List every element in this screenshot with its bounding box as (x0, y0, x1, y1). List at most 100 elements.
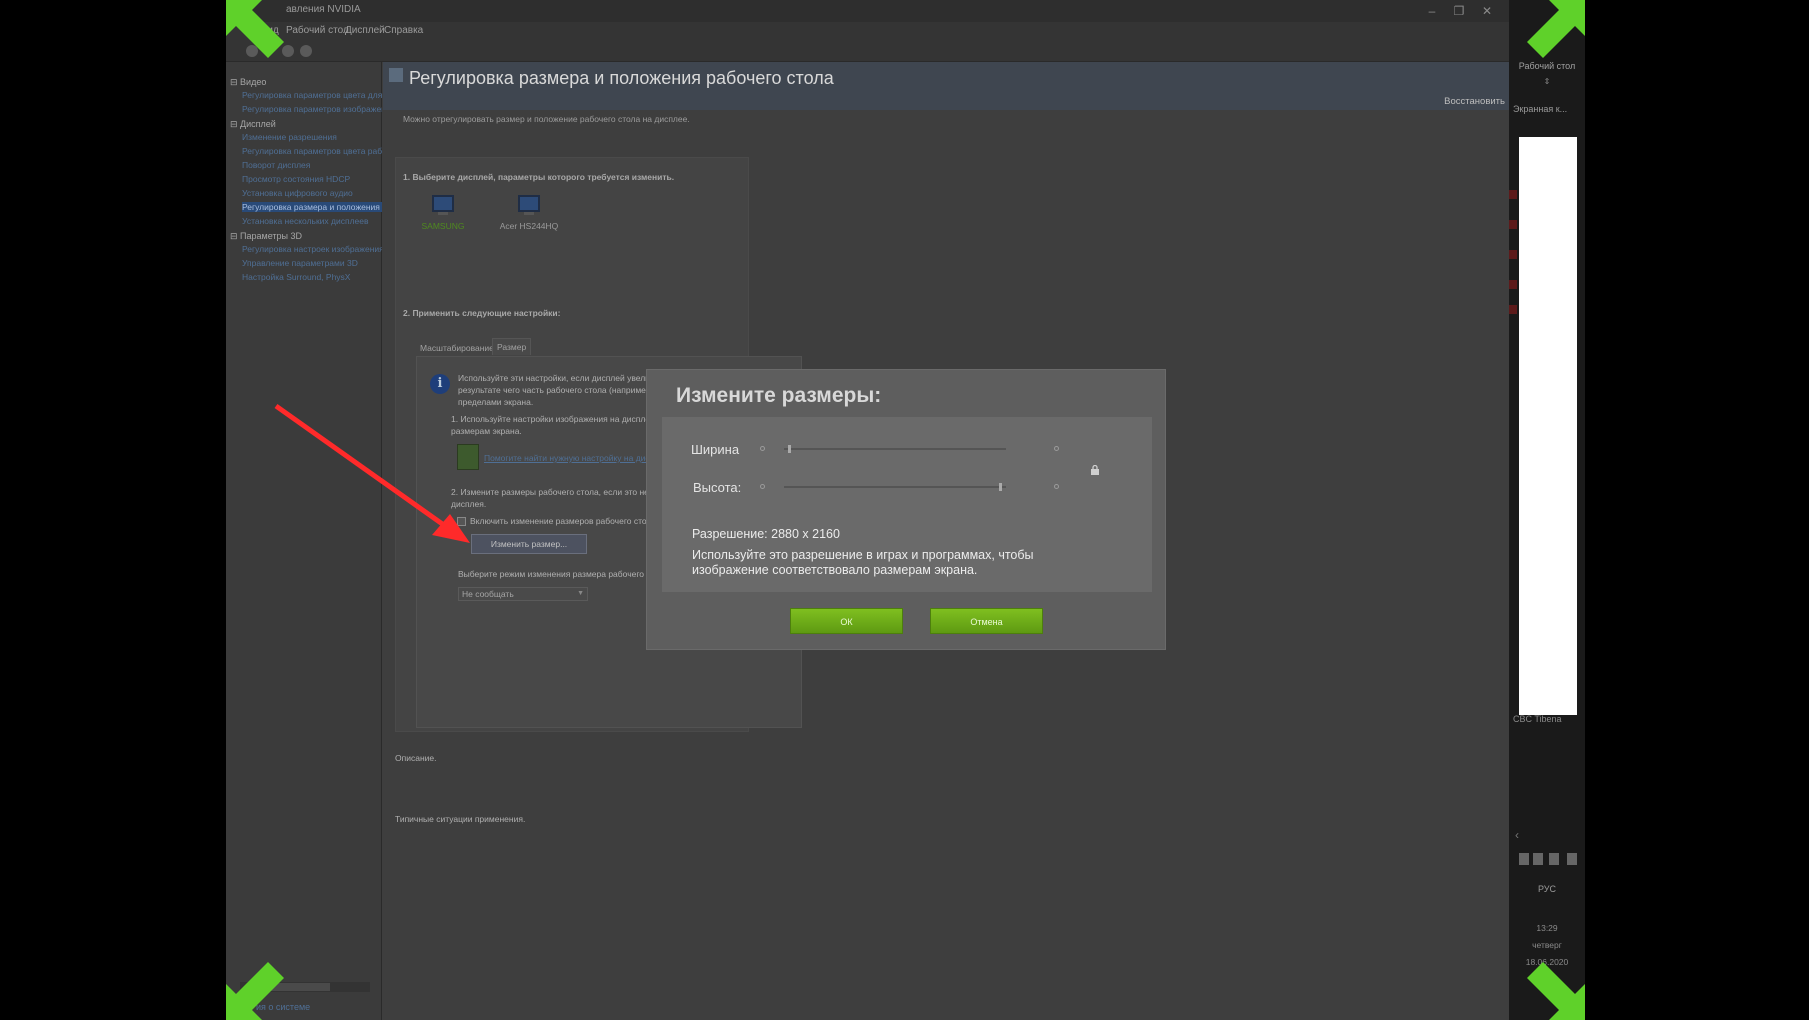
resolution-text: Разрешение: 2880 x 2160 (692, 527, 840, 541)
dialog-body: Ширина Высота: Разрешение: 2880 x 2160 И… (662, 417, 1152, 592)
tab-scaling[interactable]: Масштабирование (416, 340, 498, 356)
info-icon: i (430, 374, 450, 394)
monitor-icon (432, 195, 454, 212)
monitor-stand (524, 212, 534, 215)
page-icon (389, 68, 403, 82)
panel-item[interactable]: Экранная к... (1513, 104, 1567, 114)
mode-label: Выберите режим изменения размера рабочег… (458, 569, 669, 579)
ok-button[interactable]: ОК (790, 608, 903, 634)
description-label: Описание. (395, 753, 437, 763)
width-slider[interactable] (784, 445, 1006, 453)
height-slider-thumb[interactable] (999, 483, 1002, 491)
page-title: Регулировка размера и положения рабочего… (409, 68, 834, 88)
height-increase-icon[interactable] (1054, 484, 1059, 489)
page-header: Регулировка размера и положения рабочего… (383, 62, 1509, 110)
step2-heading: 2. Применить следующие настройки: (403, 308, 561, 318)
tree-item[interactable]: Управление параметрами 3D (242, 258, 382, 268)
help-find-setting-link[interactable]: Помогите найти нужную настройку на дисп (484, 453, 654, 463)
menu-display[interactable]: Дисплей (345, 25, 385, 36)
panel-item[interactable]: CBC Tibena (1513, 714, 1562, 724)
display-label: SAMSUNG (421, 221, 465, 231)
info-text-1: Используйте эти настройки, если дисплей … (458, 373, 660, 383)
minimize-icon[interactable]: – (1417, 1, 1447, 21)
panel-marker (1509, 220, 1517, 229)
chevron-left-icon[interactable]: ‹ (1515, 828, 1519, 842)
chevron-down-icon[interactable]: ⇕ (1509, 77, 1585, 86)
resize-button[interactable]: Изменить размер... (471, 534, 587, 554)
clock-day: четверг (1532, 940, 1562, 950)
step-a-text-1: 1. Используйте настройки изображения на … (451, 414, 668, 424)
lock-icon[interactable] (1090, 465, 1100, 475)
home-icon[interactable] (300, 45, 312, 57)
tree-item[interactable]: Установка цифрового аудио (242, 188, 382, 198)
typical-usage-label: Типичные ситуации применения. (395, 814, 526, 824)
tree-item[interactable]: Регулировка настроек изображения с п (242, 244, 382, 254)
tree-group-label: Параметры 3D (240, 231, 303, 241)
tree-group-display[interactable]: ⊟ Дисплей (230, 119, 276, 130)
step1-heading: 1. Выберите дисплей, параметры которого … (403, 172, 675, 182)
window-title: авления NVIDIA (286, 4, 361, 15)
tree-group-video[interactable]: ⊟ Видео (230, 77, 266, 88)
resize-dialog: Измените размеры: Ширина Высота: Разреше… (646, 369, 1166, 650)
height-decrease-icon[interactable] (760, 484, 765, 489)
menu-bar: вид Рабочий стол Дисплей Справка (226, 22, 1509, 40)
height-label: Высота: (693, 480, 742, 495)
mode-select-value: Не сообщать (462, 589, 514, 599)
panel-marker (1509, 280, 1517, 289)
notification-icon[interactable] (1567, 853, 1577, 865)
volume-icon[interactable] (1549, 853, 1559, 865)
panel-marker (1509, 190, 1517, 199)
display-acer[interactable]: Acer HS244HQ (484, 195, 574, 231)
toolbar (226, 40, 1509, 62)
tree-item[interactable]: Просмотр состояния HDCP (242, 174, 382, 184)
width-label: Ширина (691, 442, 740, 457)
tree-item[interactable]: Изменение разрешения (242, 132, 382, 142)
menu-desktop[interactable]: Рабочий стол (286, 25, 349, 36)
panel-marker (1509, 305, 1517, 314)
height-slider[interactable] (784, 483, 1006, 491)
corner-arrow-icon (226, 0, 284, 58)
tree-item[interactable]: Регулировка параметров изображения д (242, 104, 382, 114)
width-decrease-icon[interactable] (760, 446, 765, 451)
language-indicator[interactable]: РУС (1509, 884, 1585, 894)
redacted-area (1519, 137, 1577, 715)
tree-item[interactable]: Регулировка параметров цвета для вид (242, 90, 382, 100)
corner-arrow-icon (1527, 962, 1585, 1020)
resolution-hint: Используйте это разрешение в играх и про… (692, 548, 1034, 577)
microphone-icon[interactable] (1519, 853, 1529, 865)
close-icon[interactable]: ✕ (1472, 1, 1502, 21)
tree-group-3d[interactable]: ⊟ Параметры 3D (230, 231, 302, 242)
network-icon[interactable] (1533, 853, 1543, 865)
restore-defaults-link[interactable]: Восстановить (1444, 96, 1505, 107)
mode-select[interactable]: Не сообщать ▼ (458, 587, 588, 601)
clock-time: 13:29 (1536, 923, 1558, 933)
corner-arrow-icon (226, 962, 284, 1020)
menu-help[interactable]: Справка (384, 25, 423, 36)
tree-item-selected[interactable]: Регулировка размера и положения рабо (242, 202, 382, 212)
chevron-down-icon: ▼ (577, 590, 584, 597)
enable-resize-label: Включить изменение размеров рабочего сто… (470, 516, 657, 526)
dialog-title: Измените размеры: (676, 384, 882, 407)
display-label: Acer HS244HQ (499, 221, 559, 231)
right-side-panel: Рабочий стол ⇕ Экранная к... CBC Tibena … (1509, 0, 1585, 1020)
tree-item[interactable]: Настройка Surround, PhysX (242, 272, 382, 282)
tree-group-label: Дисплей (240, 119, 276, 129)
width-increase-icon[interactable] (1054, 446, 1059, 451)
title-bar: авления NVIDIA – ❐ ✕ (226, 0, 1509, 22)
info-text-2: результате чего часть рабочего стола (на… (458, 385, 675, 395)
corner-arrow-icon (1527, 0, 1585, 58)
tree-group-label: Видео (240, 77, 267, 87)
page-subtitle: Можно отрегулировать размер и положение … (403, 114, 690, 124)
display-samsung[interactable]: SAMSUNG (398, 195, 488, 231)
step-b-text-1: 2. Измените размеры рабочего стола, если… (451, 487, 670, 497)
tree-item[interactable]: Установка нескольких дисплеев (242, 216, 382, 226)
tree-item[interactable]: Поворот дисплея (242, 160, 382, 170)
cancel-button[interactable]: Отмена (930, 608, 1043, 634)
tab-size[interactable]: Размер (492, 338, 532, 355)
panel-marker (1509, 250, 1517, 259)
monitor-stand (438, 212, 448, 215)
tree-item[interactable]: Регулировка параметров цвета рабочег (242, 146, 382, 156)
maximize-icon[interactable]: ❐ (1444, 1, 1474, 21)
width-slider-thumb[interactable] (788, 445, 791, 453)
red-arrow-annotation (274, 403, 470, 543)
